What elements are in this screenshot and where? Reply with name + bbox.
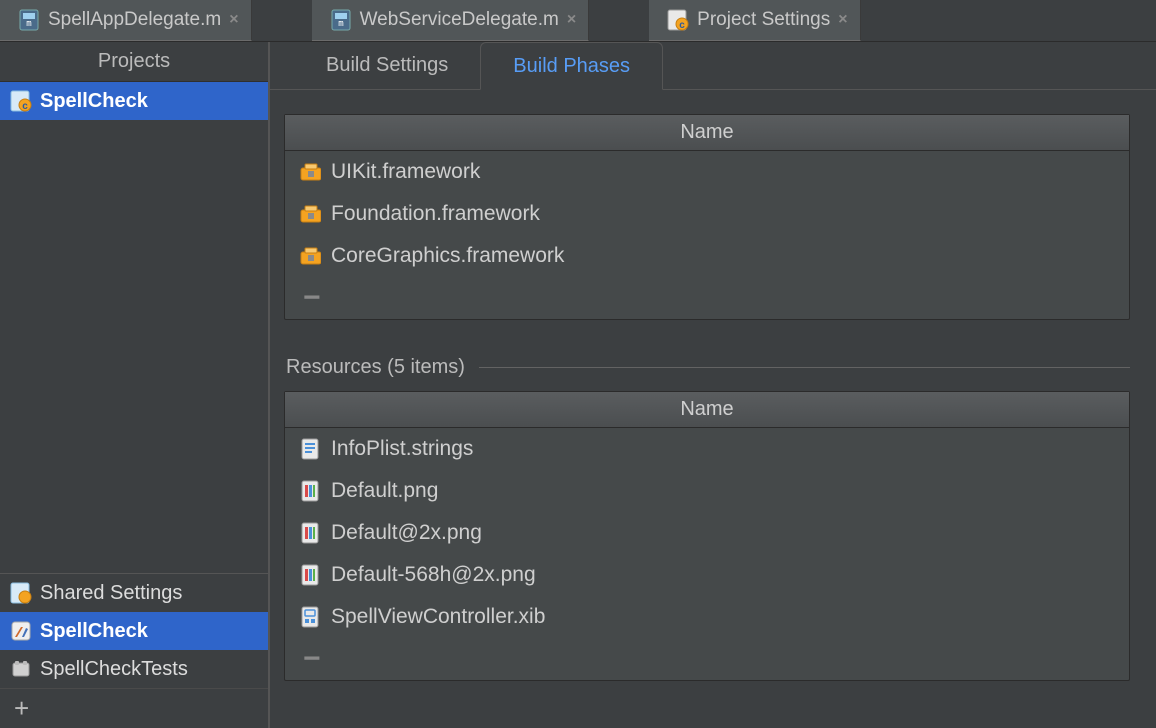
strings-file-icon — [299, 438, 321, 460]
row-label: Foundation.framework — [331, 202, 540, 226]
table-row[interactable]: CoreGraphics.framework — [285, 235, 1129, 277]
sidebar-item-label: SpellCheck — [40, 90, 148, 113]
table-row[interactable]: Default-568h@2x.png — [285, 554, 1129, 596]
svg-text:c: c — [679, 20, 685, 31]
sidebar-targets-list: Shared Settings SpellCheck SpellCheckTes… — [0, 573, 268, 688]
minus-icon: − — [303, 293, 321, 303]
sidebar-item-target-tests[interactable]: SpellCheckTests — [0, 650, 268, 688]
project-icon: c — [10, 90, 32, 112]
tools-icon — [10, 620, 32, 642]
table-row[interactable]: Foundation.framework — [285, 193, 1129, 235]
shared-icon — [10, 582, 32, 604]
xib-file-icon — [299, 606, 321, 628]
framework-icon — [299, 161, 321, 183]
minus-icon: − — [303, 654, 321, 664]
remove-button[interactable]: − — [285, 277, 1129, 319]
image-file-icon — [299, 522, 321, 544]
section-title-resources[interactable]: Resources (5 items) — [286, 356, 1130, 379]
framework-icon — [299, 245, 321, 267]
row-label: Default@2x.png — [331, 521, 482, 545]
section-label: Resources (5 items) — [286, 356, 465, 379]
tab-label: Project Settings — [697, 9, 830, 31]
sidebar-item-target-spellcheck[interactable]: SpellCheck — [0, 612, 268, 650]
table-row[interactable]: UIKit.framework — [285, 151, 1129, 193]
m-file-icon: m — [330, 9, 352, 31]
image-file-icon — [299, 480, 321, 502]
svg-text:m: m — [26, 19, 31, 29]
sidebar: Projects c SpellCheck Shared Settings S — [0, 42, 270, 728]
table-row[interactable]: Default@2x.png — [285, 512, 1129, 554]
tab-project-settings[interactable]: c Project Settings × — [649, 0, 860, 41]
row-label: UIKit.framework — [331, 160, 480, 184]
content-area: Name UIKit.framework Foundation.framewor… — [270, 90, 1156, 728]
table-row[interactable]: Default.png — [285, 470, 1129, 512]
tab-build-phases[interactable]: Build Phases — [480, 42, 663, 90]
row-label: InfoPlist.strings — [331, 437, 473, 461]
table-row[interactable]: InfoPlist.strings — [285, 428, 1129, 470]
sub-tabs: Build Settings Build Phases — [270, 42, 1156, 90]
table-row[interactable]: SpellViewController.xib — [285, 596, 1129, 638]
resources-table: Name InfoPlist.strings Default.png — [284, 391, 1130, 681]
sidebar-project-spellcheck[interactable]: c SpellCheck — [0, 82, 268, 120]
tests-icon — [10, 658, 32, 680]
remove-button[interactable]: − — [285, 638, 1129, 680]
main-panel: Build Settings Build Phases Name UIKit.f… — [270, 42, 1156, 728]
image-file-icon — [299, 564, 321, 586]
close-icon[interactable]: × — [567, 11, 576, 29]
table-header-name: Name — [285, 115, 1129, 151]
tab-build-settings[interactable]: Build Settings — [294, 42, 480, 89]
tab-label: SpellAppDelegate.m — [48, 9, 221, 31]
sidebar-item-shared-settings[interactable]: Shared Settings — [0, 574, 268, 612]
table-header-name: Name — [285, 392, 1129, 428]
sidebar-header: Projects — [0, 42, 268, 82]
svg-text:m: m — [338, 19, 343, 29]
frameworks-table: Name UIKit.framework Foundation.framewor… — [284, 114, 1130, 320]
sidebar-item-label: Shared Settings — [40, 582, 182, 605]
row-label: Default-568h@2x.png — [331, 563, 536, 587]
plus-icon: + — [14, 693, 29, 724]
tab-spell-app-delegate[interactable]: m SpellAppDelegate.m × — [0, 0, 252, 41]
framework-icon — [299, 203, 321, 225]
divider — [479, 367, 1130, 368]
project-icon: c — [667, 9, 689, 31]
close-icon[interactable]: × — [838, 11, 847, 29]
row-label: Default.png — [331, 479, 438, 503]
row-label: SpellViewController.xib — [331, 605, 545, 629]
editor-tabs: m SpellAppDelegate.m × m WebServiceDeleg… — [0, 0, 1156, 42]
add-button[interactable]: + — [0, 688, 268, 728]
tab-web-service-delegate[interactable]: m WebServiceDelegate.m × — [312, 0, 590, 41]
sidebar-item-label: SpellCheckTests — [40, 658, 188, 681]
sidebar-projects-list: c SpellCheck — [0, 82, 268, 573]
svg-text:c: c — [22, 101, 28, 112]
m-file-icon: m — [18, 9, 40, 31]
close-icon[interactable]: × — [229, 11, 238, 29]
row-label: CoreGraphics.framework — [331, 244, 564, 268]
sidebar-item-label: SpellCheck — [40, 620, 148, 643]
tab-label: WebServiceDelegate.m — [360, 9, 559, 31]
